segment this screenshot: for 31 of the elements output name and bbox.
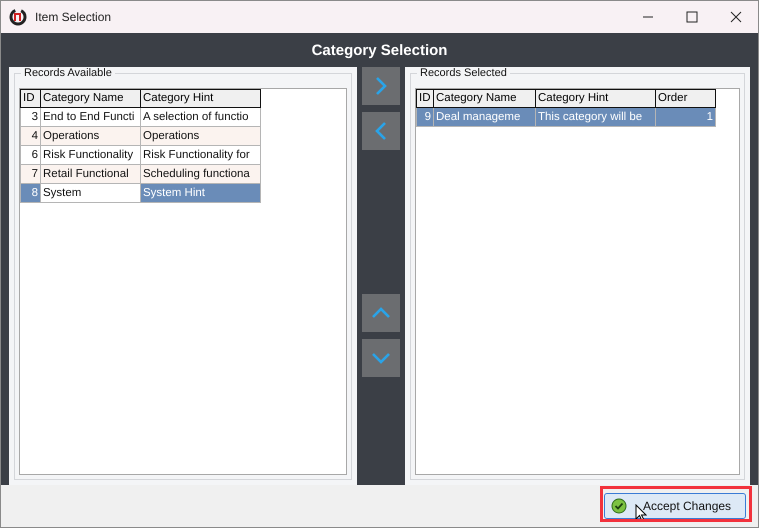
table-cell[interactable]: A selection of functio (141, 108, 261, 127)
column-header[interactable]: Category Name (434, 89, 536, 108)
app-logo-icon (9, 8, 27, 26)
column-header[interactable]: ID (20, 89, 41, 108)
table-cell[interactable]: 4 (20, 127, 41, 146)
window-title: Item Selection (35, 10, 112, 24)
table-cell[interactable]: Operations (41, 127, 141, 146)
column-header[interactable]: ID (416, 89, 434, 108)
table-cell[interactable]: System (41, 184, 141, 203)
column-header[interactable]: Category Hint (141, 89, 261, 108)
column-header[interactable]: Category Name (41, 89, 141, 108)
table-cell[interactable]: Retail Functional (41, 165, 141, 184)
table-cell[interactable]: Risk Functionality (41, 146, 141, 165)
remove-button[interactable] (362, 112, 400, 150)
close-icon[interactable] (730, 11, 742, 23)
page-heading: Category Selection (312, 42, 448, 58)
table-cell[interactable]: 7 (20, 165, 41, 184)
table-cell[interactable]: Scheduling functiona (141, 165, 261, 184)
add-button[interactable] (362, 67, 400, 105)
move-up-button[interactable] (362, 294, 400, 332)
table-cell[interactable]: Operations (141, 127, 261, 146)
table-cell[interactable]: Risk Functionality for (141, 146, 261, 165)
table-cell[interactable]: End to End Functi (41, 108, 141, 127)
accept-changes-button[interactable]: Accept Changes (604, 493, 746, 519)
table-cell[interactable]: 6 (20, 146, 41, 165)
table-cell[interactable]: 3 (20, 108, 41, 127)
column-header[interactable]: Category Hint (536, 89, 656, 108)
check-icon (611, 498, 627, 514)
maximize-icon[interactable] (686, 11, 698, 23)
move-down-button[interactable] (362, 339, 400, 377)
column-header[interactable]: Order (656, 89, 716, 108)
